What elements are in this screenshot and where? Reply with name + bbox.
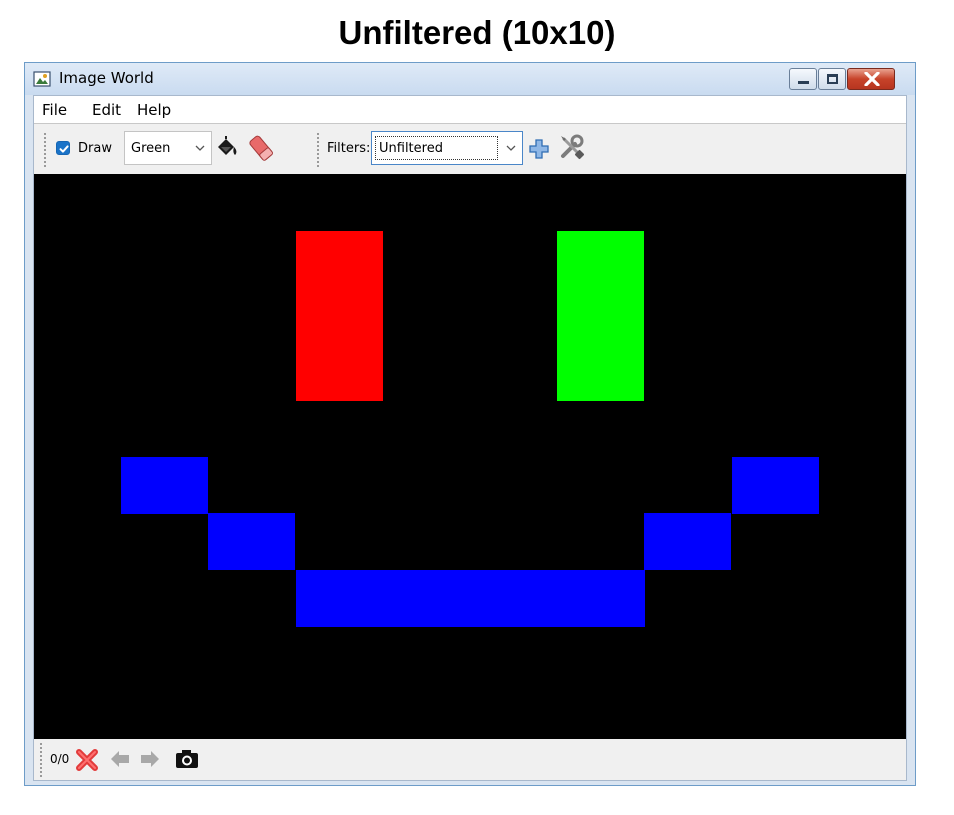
- menu-help[interactable]: Help: [137, 101, 171, 119]
- pixel-block[interactable]: [208, 513, 295, 570]
- close-button[interactable]: [847, 68, 895, 90]
- pixel-block[interactable]: [644, 513, 731, 570]
- pixel-block[interactable]: [296, 231, 383, 401]
- pixel-block[interactable]: [557, 231, 644, 401]
- toolbar-grip[interactable]: [40, 743, 42, 777]
- filter-select[interactable]: Unfiltered: [371, 131, 523, 165]
- check-icon: [59, 145, 69, 153]
- pixel-block[interactable]: [732, 457, 819, 514]
- tools-icon[interactable]: [558, 133, 586, 161]
- close-icon: [864, 72, 880, 86]
- arrow-right-icon[interactable]: [140, 750, 160, 768]
- maximize-button[interactable]: [818, 68, 846, 90]
- pixel-canvas[interactable]: [34, 174, 906, 739]
- color-select[interactable]: Green: [124, 131, 212, 165]
- chevron-down-icon: [506, 145, 516, 151]
- arrow-left-icon[interactable]: [110, 750, 130, 768]
- frame-counter: 0/0: [50, 752, 70, 766]
- color-select-value: Green: [131, 141, 171, 156]
- red-x-icon[interactable]: [75, 748, 99, 772]
- eraser-icon[interactable]: [248, 134, 274, 162]
- toolbar-grip[interactable]: [317, 133, 319, 167]
- app-window: Image World File Edit Help Draw Green Fi…: [24, 62, 916, 786]
- camera-icon[interactable]: [175, 749, 199, 769]
- filters-label: Filters:: [327, 141, 371, 156]
- toolbar-grip[interactable]: [44, 133, 46, 167]
- pixel-block[interactable]: [121, 457, 208, 514]
- maximize-icon: [827, 74, 838, 84]
- menu-edit[interactable]: Edit: [92, 101, 121, 119]
- title-bar[interactable]: Image World: [25, 63, 915, 95]
- menu-bar: File Edit Help: [34, 96, 906, 124]
- draw-checkbox[interactable]: [56, 141, 70, 155]
- menu-file[interactable]: File: [42, 101, 67, 119]
- filter-select-value: Unfiltered: [379, 141, 443, 156]
- status-bar: 0/0: [34, 739, 906, 780]
- minimize-button[interactable]: [789, 68, 817, 90]
- minimize-icon: [798, 81, 809, 84]
- image-icon: [33, 71, 51, 87]
- toolbar: Draw Green Filters: Unfiltered: [34, 125, 906, 174]
- draw-label: Draw: [78, 141, 112, 156]
- client-area: File Edit Help Draw Green Filters: Unfil…: [33, 95, 907, 781]
- window-title: Image World: [59, 69, 154, 87]
- page-heading: Unfiltered (10x10): [338, 14, 616, 51]
- plus-icon[interactable]: [529, 139, 549, 159]
- pixel-block[interactable]: [296, 570, 645, 627]
- chevron-down-icon: [195, 145, 205, 151]
- paint-bucket-icon[interactable]: [214, 136, 240, 160]
